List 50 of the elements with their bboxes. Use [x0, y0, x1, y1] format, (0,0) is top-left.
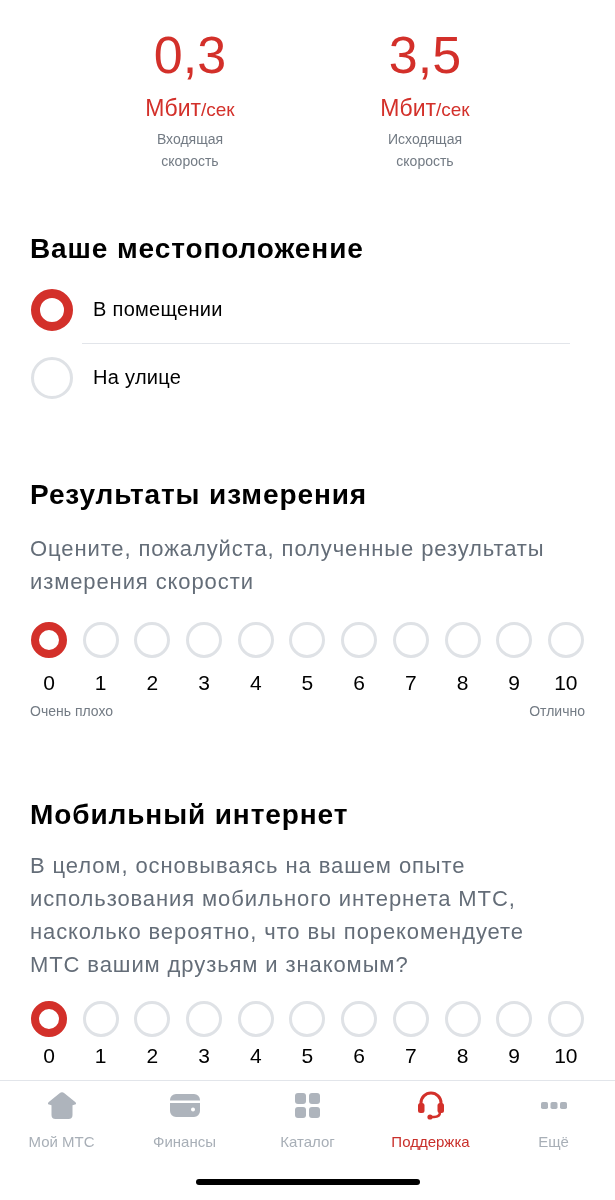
radio-button[interactable] [31, 288, 73, 331]
section-title: Результаты измерения [30, 479, 368, 511]
rating-number: 2 [146, 1044, 159, 1068]
tab-bar-item[interactable]: Каталог [246, 1081, 369, 1157]
speed-unit: Мбит/сек [145, 94, 235, 123]
rating-number: 9 [508, 1044, 521, 1068]
rating-number: 1 [94, 1044, 107, 1068]
rating-number: 3 [198, 1044, 210, 1068]
grid-icon [295, 1092, 320, 1118]
option-label[interactable]: На улице [93, 366, 182, 389]
tab-bar-item[interactable]: Поддержка [369, 1081, 492, 1157]
rating-number: 5 [301, 670, 314, 696]
rating-number: 1 [94, 670, 107, 696]
headset-icon [415, 1090, 446, 1120]
rating-number: 8 [456, 1044, 469, 1068]
tab-bar-item[interactable]: Финансы [123, 1081, 246, 1157]
rating-number: 4 [249, 1044, 262, 1068]
speed-label: Исходящая скорость [387, 130, 463, 171]
section-description: В целом, основываясь на вашем опыте использования мобильного интернета МТС, насколько вероятно, что вы порекомендуете МТС вашим друзьям и знакомым? [30, 852, 525, 979]
rating-number: 7 [404, 670, 417, 696]
rating-number: 2 [146, 670, 159, 696]
rating-number: 7 [404, 1044, 417, 1068]
rating-number: 8 [456, 670, 469, 696]
rating-number: 10 [554, 1044, 578, 1068]
wallet-icon [169, 1093, 200, 1117]
rating-number: 9 [508, 670, 521, 696]
rating-number: 6 [353, 670, 365, 696]
more-icon [540, 1101, 567, 1109]
section-description: Оцените, пожалуйста, полученные результаты измерения скорости [30, 535, 546, 596]
speed-value: 0,3 [153, 25, 227, 85]
scale-low-label: Очень плохо [30, 702, 114, 721]
section-title: Мобильный интернет [30, 799, 349, 831]
rating-number: 4 [249, 670, 262, 696]
rating-number: 3 [198, 670, 210, 696]
rating-number: 10 [554, 670, 578, 696]
tab-bar-item[interactable]: Мой МТС [0, 1081, 123, 1157]
section-title: Ваше местоположение [30, 233, 364, 265]
option-label[interactable]: В помещении [93, 298, 223, 321]
rating-radio[interactable] [31, 1001, 67, 1037]
tab-bar-item[interactable]: Ещё [492, 1081, 615, 1157]
rating-number: 6 [353, 1044, 365, 1068]
speed-unit: Мбит/сек [380, 94, 470, 123]
speed-value: 3,5 [388, 25, 462, 85]
scale-high-label: Отлично [529, 702, 585, 721]
rating-radio[interactable] [31, 622, 67, 658]
rating-number: 0 [43, 670, 55, 696]
rating-number: 0 [43, 1044, 55, 1068]
rating-number: 5 [301, 1044, 314, 1068]
house-icon [46, 1091, 77, 1119]
speed-label: Входящая скорость [155, 130, 225, 171]
